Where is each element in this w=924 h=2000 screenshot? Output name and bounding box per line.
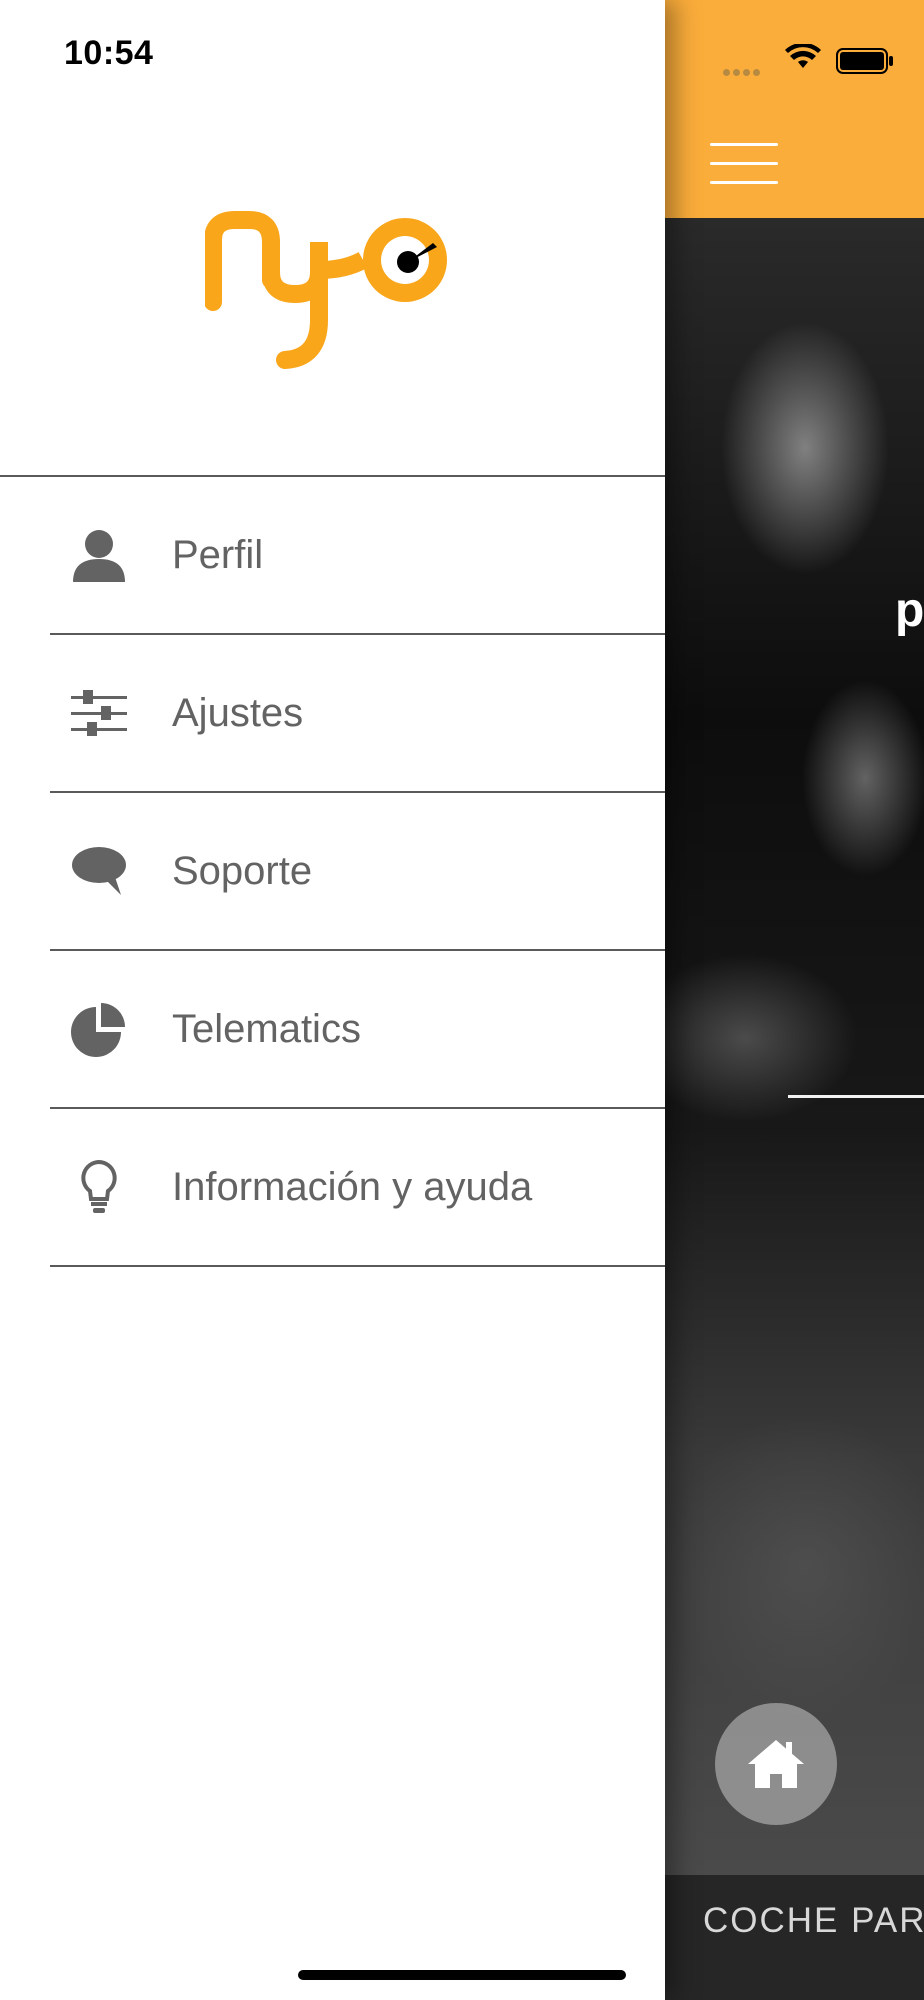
menu-item-ajustes[interactable]: Ajustes: [50, 635, 665, 793]
bottom-tab-label[interactable]: COCHE PAR: [703, 1901, 924, 1941]
nyo-logo: [205, 211, 447, 369]
background-photo: p: [665, 218, 924, 1875]
pie-chart-icon: [71, 1001, 127, 1057]
menu-item-label: Ajustes: [172, 690, 304, 735]
battery-icon: [836, 48, 893, 74]
wifi-icon: [785, 44, 821, 68]
bottom-tab-bar: COCHE PAR: [665, 1875, 924, 2000]
speech-bubble-icon: [71, 843, 127, 899]
home-button[interactable]: [715, 1703, 837, 1825]
drawer-menu: Perfil Ajustes Soporte Telematics Inform…: [50, 477, 665, 1267]
menu-item-label: Información y ayuda: [172, 1164, 533, 1209]
menu-item-soporte[interactable]: Soporte: [50, 793, 665, 951]
app-header: [665, 0, 924, 218]
home-icon: [748, 1740, 804, 1788]
background-app-screen: p COCHE PAR: [665, 0, 924, 2000]
photo-divider-line: [788, 1095, 924, 1098]
menu-toggle-button[interactable]: [710, 143, 778, 185]
menu-item-label: Telematics: [172, 1006, 361, 1051]
home-indicator[interactable]: [298, 1970, 626, 1980]
status-bar-indicators: [723, 44, 913, 76]
person-icon: [71, 527, 127, 583]
side-drawer: 10:54 Perfil Ajustes Soporte Telematics …: [0, 0, 665, 2000]
menu-item-informacion-ayuda[interactable]: Información y ayuda: [50, 1109, 665, 1267]
sliders-icon: [71, 685, 127, 741]
status-time: 10:54: [64, 34, 154, 72]
lightbulb-icon: [71, 1159, 127, 1215]
menu-item-perfil[interactable]: Perfil: [50, 477, 665, 635]
cellular-signal-icon: [723, 63, 763, 81]
menu-item-telematics[interactable]: Telematics: [50, 951, 665, 1109]
menu-item-label: Perfil: [172, 532, 264, 577]
menu-item-label: Soporte: [172, 848, 313, 893]
photo-overlay-text: p: [895, 584, 924, 637]
